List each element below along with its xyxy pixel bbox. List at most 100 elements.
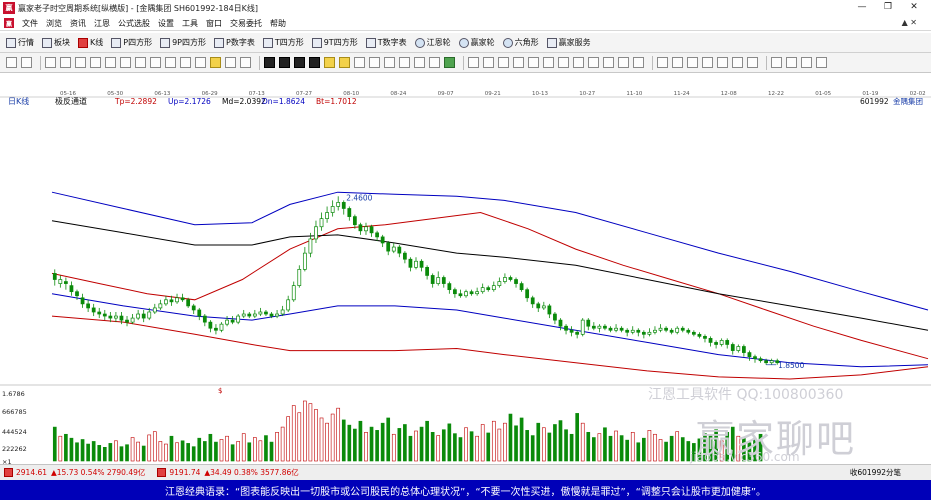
wave-tool-icon[interactable] [354,57,365,68]
undo-tool-icon[interactable] [558,57,569,68]
last-bar-icon[interactable] [309,57,320,68]
close-button[interactable]: ✕ [901,0,927,14]
grid-tool-icon[interactable] [225,57,236,68]
measure-tool-icon[interactable] [498,57,509,68]
gann-fan-tool-icon[interactable] [120,57,131,68]
redo-tool-icon[interactable] [573,57,584,68]
candle-body [175,297,179,303]
toolbar-winner-wheel[interactable]: 赢家轮 [458,37,495,48]
square-tool-icon[interactable] [165,57,176,68]
color-picker-icon[interactable] [801,57,812,68]
parallel-tool-icon[interactable] [75,57,86,68]
menu-file[interactable]: 文件 [18,18,42,29]
toolbar-hexagon[interactable]: 六角形 [502,37,539,48]
chart-config-icon[interactable] [444,57,455,68]
save-tool-icon[interactable] [588,57,599,68]
pattern-tool-icon[interactable] [369,57,380,68]
zoom-in-icon[interactable] [324,57,335,68]
candle-body [425,266,429,276]
delete-tool-icon[interactable] [543,57,554,68]
title-bar: 赢 赢家老子时空周期系统[纵横版] - [金隅集团 SH601992-184日K… [0,0,931,16]
fibonacci-tool-icon[interactable] [105,57,116,68]
toolbar-9t-square[interactable]: 9T四方形 [311,37,358,48]
menu-help[interactable]: 帮助 [266,18,290,29]
menu-trade[interactable]: 交易委托 [226,18,266,29]
layout-split-icon[interactable] [786,57,797,68]
highlight-tool-icon[interactable] [210,57,221,68]
angle-tool-icon[interactable] [240,57,251,68]
line-tool-icon[interactable] [45,57,56,68]
star-tool-icon[interactable] [672,57,683,68]
toolbar-gann-wheel[interactable]: 江恩轮 [414,37,451,48]
winner-service-icon [546,37,557,48]
restore-button[interactable]: ❐ [875,0,901,14]
toolbar-quotes[interactable]: 行情 [6,37,34,48]
triangle-draw-icon[interactable] [717,57,728,68]
circle-tool-icon[interactable] [195,57,206,68]
cursor-tool-icon[interactable] [6,57,17,68]
candle-body [641,331,646,335]
select-tool-icon[interactable] [483,57,494,68]
export-tool-icon[interactable] [633,57,644,68]
toolbar-quotes-label: 行情 [18,38,34,47]
toolbar-kline[interactable]: K线 [78,37,103,48]
spiral-tool-icon[interactable] [657,57,668,68]
price-tool-icon[interactable] [429,57,440,68]
erase-tool-icon[interactable] [513,57,524,68]
minimize-button[interactable]: — [849,0,875,14]
menu-right-controls[interactable]: ▲ ✕ [902,18,917,27]
volume-bar [258,440,263,462]
diamond-draw-icon[interactable] [732,57,743,68]
candle-body [447,283,452,291]
menu-settings[interactable]: 设置 [154,18,178,29]
menu-window[interactable]: 窗口 [202,18,226,29]
volume-bar [369,426,374,462]
layout-grid-icon[interactable] [771,57,782,68]
menu-news[interactable]: 资讯 [66,18,90,29]
arc-tool-icon[interactable] [135,57,146,68]
high-annotation: 2.4600 [346,193,372,202]
toolbar-t-table[interactable]: T数字表 [365,37,407,48]
toolbar-p-square[interactable]: P四方形 [111,37,152,48]
menu-browse[interactable]: 浏览 [42,18,66,29]
toolbar-9p-square[interactable]: 9P四方形 [160,37,206,48]
candle-body [275,313,279,317]
ray-tool-icon[interactable] [60,57,71,68]
menu-gann[interactable]: 江恩 [90,18,114,29]
box-tool-icon[interactable] [180,57,191,68]
up-value: Up=2.1726 [168,97,211,106]
next-bar-icon[interactable] [294,57,305,68]
print-tool-icon[interactable] [618,57,629,68]
tick-data-label[interactable]: 收601992分笔 [850,467,901,478]
load-tool-icon[interactable] [603,57,614,68]
mark-tool-icon[interactable] [384,57,395,68]
toolbar-p-table[interactable]: P数字表 [214,37,255,48]
wedge-draw-icon[interactable] [747,57,758,68]
candle-body [747,352,752,357]
pentagon-draw-icon[interactable] [702,57,713,68]
time-tool-icon[interactable] [414,57,425,68]
toolbar-t-square[interactable]: T四方形 [262,37,304,48]
candle-body [725,340,730,345]
cycle-tool-icon[interactable] [150,57,161,68]
candle-body [102,313,107,317]
hexagon-draw-icon[interactable] [687,57,698,68]
menu-tools[interactable]: 工具 [178,18,202,29]
date-tick-label: 12-22 [768,91,784,97]
zoom-out-icon[interactable] [339,57,350,68]
volume-bar [525,430,529,462]
first-bar-icon[interactable] [264,57,275,68]
copy-tool-icon[interactable] [528,57,539,68]
toolbar-winner-service[interactable]: 赢家服务 [546,37,591,48]
menu-formula-screen[interactable]: 公式选股 [114,18,154,29]
prev-bar-icon[interactable] [279,57,290,68]
hand-tool-icon[interactable] [468,57,479,68]
toolbar-sectors[interactable]: 板块 [42,37,70,48]
channel-tool-icon[interactable] [90,57,101,68]
candle-body [358,224,363,232]
candle-body [453,289,457,295]
dropdown-tool-icon[interactable] [21,57,32,68]
text-tool-icon[interactable] [399,57,410,68]
window-controls: — ❐ ✕ [849,0,927,14]
infinity-tool-icon[interactable] [816,57,827,68]
